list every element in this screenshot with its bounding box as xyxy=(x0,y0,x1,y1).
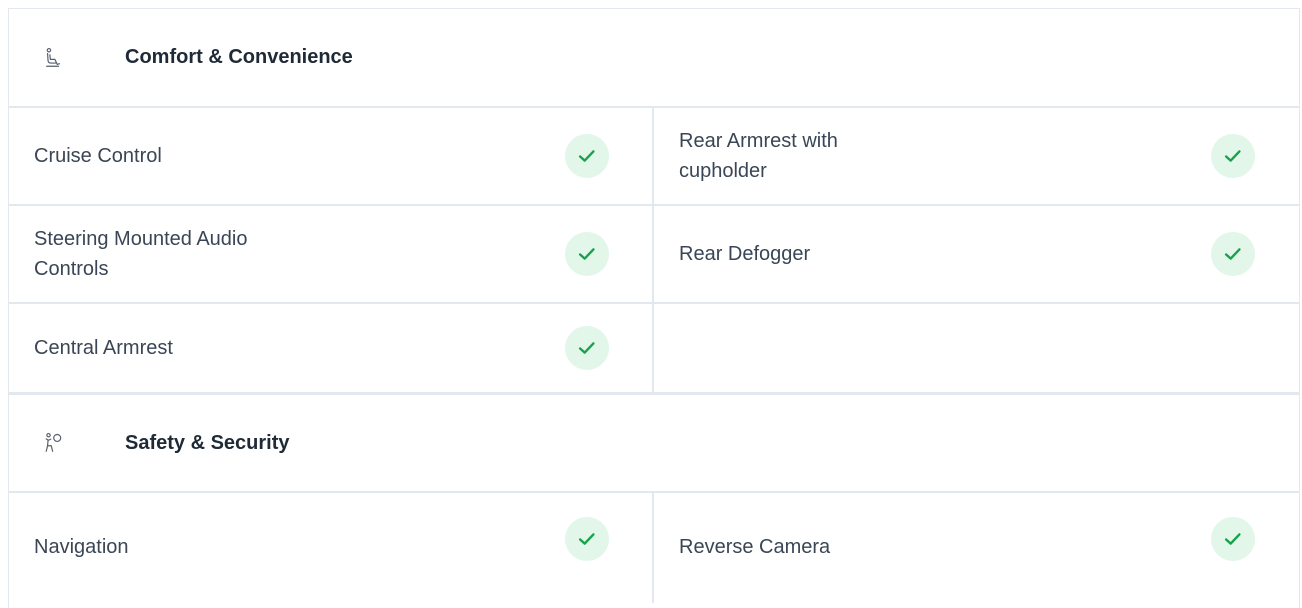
feature-cell: Rear Armrest with cupholder xyxy=(654,108,1299,204)
feature-label: Cruise Control xyxy=(34,145,162,167)
feature-cell: Steering Mounted Audio Controls xyxy=(9,206,654,302)
feature-cell: Rear Defogger xyxy=(654,206,1299,302)
feature-row: Cruise Control Rear Armrest with cuphold… xyxy=(9,108,1299,206)
check-icon xyxy=(565,517,609,561)
check-icon xyxy=(565,134,609,178)
feature-row: Navigation Reverse Camera xyxy=(9,493,1299,603)
check-icon xyxy=(565,232,609,276)
feature-label: Central Armrest xyxy=(34,337,173,359)
feature-cell: Cruise Control xyxy=(9,108,654,204)
feature-label: Reverse Camera xyxy=(679,536,831,558)
section-header-comfort: Comfort & Convenience xyxy=(9,9,1299,108)
features-panel: Comfort & Convenience Cruise Control Rea… xyxy=(8,8,1300,608)
check-icon xyxy=(1211,517,1255,561)
feature-row: Steering Mounted Audio Controls Rear Def… xyxy=(9,206,1299,304)
feature-cell: Reverse Camera xyxy=(654,493,1299,603)
airbag-icon xyxy=(43,432,65,454)
feature-cell: Navigation xyxy=(9,493,654,603)
check-icon xyxy=(1211,232,1255,276)
feature-label: Rear Defogger xyxy=(679,243,811,265)
check-icon xyxy=(1211,134,1255,178)
feature-cell: Central Armrest xyxy=(9,304,654,392)
feature-label: Steering Mounted Audio Controls xyxy=(34,228,248,280)
seat-icon xyxy=(43,47,65,69)
section-title: Comfort & Convenience xyxy=(125,46,353,68)
feature-label: Rear Armrest with cupholder xyxy=(679,130,838,182)
feature-label: Navigation xyxy=(34,536,129,558)
feature-cell-empty xyxy=(654,304,1299,392)
section-header-safety: Safety & Security xyxy=(9,392,1299,493)
section-title: Safety & Security xyxy=(125,431,290,454)
feature-row: Central Armrest xyxy=(9,304,1299,392)
check-icon xyxy=(565,326,609,370)
